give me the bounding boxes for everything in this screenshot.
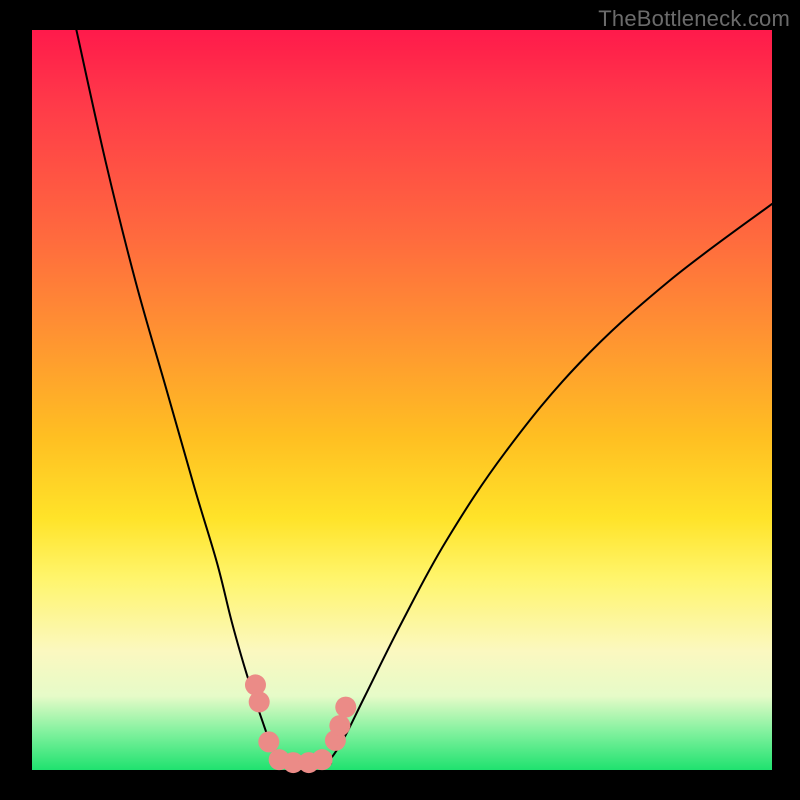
highlight-bead [329,715,350,736]
outer-frame: TheBottleneck.com [0,0,800,800]
highlight-bead [249,691,270,712]
plot-area [32,30,772,770]
highlight-bead [312,749,333,770]
bottleneck-curve [76,30,772,764]
curve-layer [32,30,772,770]
highlight-bead [258,731,279,752]
highlight-bead [335,697,356,718]
watermark-text: TheBottleneck.com [598,6,790,32]
